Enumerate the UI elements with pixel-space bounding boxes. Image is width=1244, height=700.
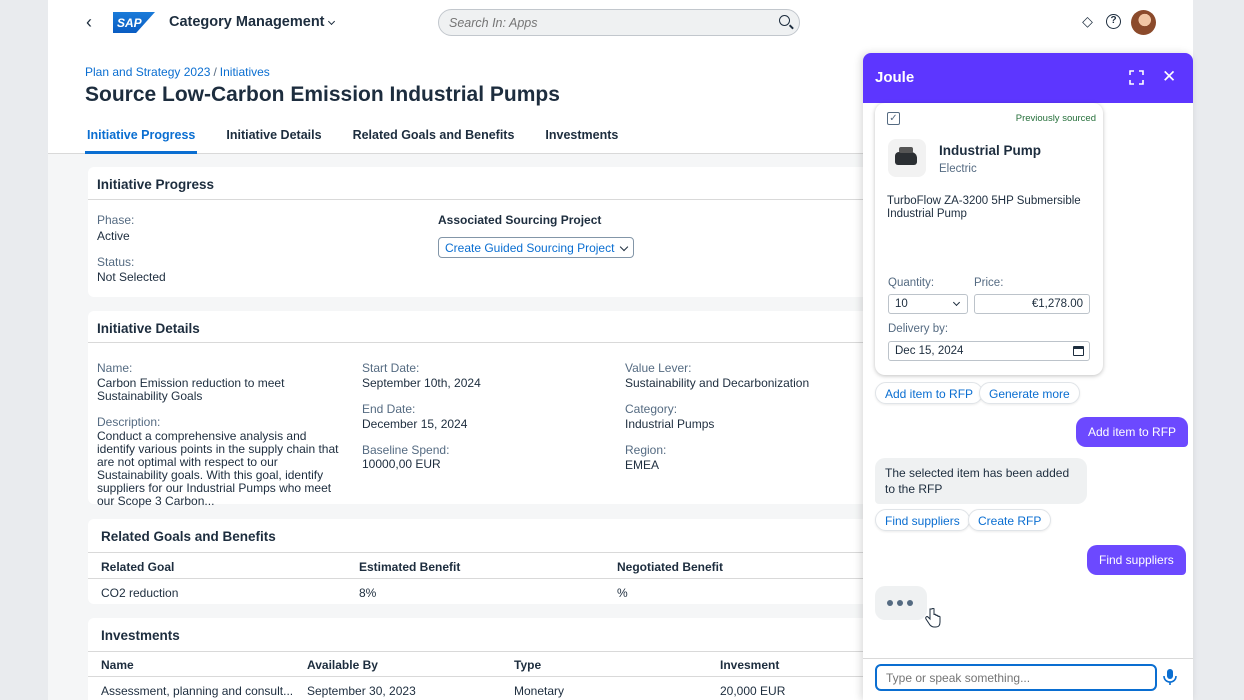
quantity-label: Quantity: (888, 277, 935, 289)
value-lever-value: Sustainability and Decarbonization (625, 376, 810, 390)
joule-message-input[interactable] (875, 664, 1157, 691)
status-value: Not Selected (97, 270, 166, 284)
associated-project-label: Associated Sourcing Project (438, 213, 602, 227)
baseline-spend-value: 10000,00 EUR (362, 457, 441, 471)
user-message: Find suppliers (1087, 545, 1186, 575)
joule-diamond-icon[interactable]: ◇ (1080, 14, 1095, 29)
joule-header: Joule ✕ (863, 53, 1193, 103)
status-label: Status: (97, 255, 135, 269)
column-header-invesment: Invesment (720, 658, 780, 672)
breadcrumb-link-initiatives[interactable]: Initiatives (220, 65, 270, 79)
delivery-label: Delivery by: (888, 323, 949, 335)
close-icon[interactable]: ✕ (1162, 68, 1176, 85)
category-label: Category: (625, 402, 678, 416)
chevron-down-icon (952, 298, 961, 307)
search-field[interactable] (438, 9, 800, 36)
region-label: Region: (625, 443, 667, 457)
section-title: Related Goals and Benefits (101, 529, 276, 544)
search-input[interactable] (439, 10, 759, 35)
chevron-down-icon (620, 242, 629, 252)
section-title: Initiative Details (97, 321, 200, 336)
column-header-estimated-benefit: Estimated Benefit (359, 560, 461, 574)
table-cell: 20,000 EUR (720, 684, 786, 698)
column-header-negotiated-benefit: Negotiated Benefit (617, 560, 724, 574)
page-title: Source Low-Carbon Emission Industrial Pu… (85, 83, 560, 106)
column-header-available-by: Available By (307, 658, 378, 672)
joule-panel: Joule ✕ ✓ Previously sourced Industrial … (863, 53, 1193, 700)
category-value: Industrial Pumps (625, 417, 715, 431)
generate-more-chip[interactable]: Generate more (979, 382, 1080, 404)
phase-value: Active (97, 229, 130, 243)
hand-cursor-icon (925, 608, 941, 628)
create-rfp-chip[interactable]: Create RFP (968, 509, 1052, 531)
baseline-spend-label: Baseline Spend: (362, 443, 450, 457)
back-icon[interactable]: ‹ (86, 12, 92, 33)
avatar[interactable] (1131, 10, 1156, 35)
column-header-related-goal: Related Goal (101, 560, 175, 574)
start-date-value: September 10th, 2024 (362, 376, 481, 390)
value-lever-label: Value Lever: (625, 361, 692, 375)
product-description: TurboFlow ZA-3200 5HP Submersible Indust… (887, 195, 1081, 220)
product-name: Industrial Pump (939, 143, 1042, 158)
shell-bar: ‹ SAP Category Management ◇ ? (48, 0, 1193, 46)
price-label: Price: (974, 277, 1004, 289)
tab-investments[interactable]: Investments (543, 128, 620, 154)
pump-image (888, 139, 926, 177)
end-date-value: December 15, 2024 (362, 417, 468, 431)
delivery-date-picker[interactable]: Dec 15, 2024 (888, 341, 1090, 361)
product-subtitle: Electric (939, 163, 977, 175)
section-title: Initiative Progress (97, 177, 215, 192)
create-sourcing-project-button[interactable]: Create Guided Sourcing Project (438, 237, 635, 258)
chevron-down-icon (327, 17, 335, 26)
start-date-label: Start Date: (362, 361, 420, 375)
assistant-message: The selected item has been added to the … (875, 458, 1087, 504)
name-value: Carbon Emission reduction to meet Sustai… (97, 376, 285, 403)
table-cell: % (617, 586, 628, 600)
microphone-icon[interactable] (1162, 668, 1178, 686)
table-cell: Monetary (514, 684, 565, 698)
table-cell: CO2 reduction (101, 586, 179, 600)
region-value: EMEA (625, 458, 660, 472)
select-checkbox[interactable]: ✓ (887, 112, 900, 125)
name-label: Name: (97, 361, 133, 375)
product-card: ✓ Previously sourced Industrial Pump Ele… (875, 103, 1103, 375)
quantity-select[interactable]: 10 (888, 294, 968, 314)
expand-icon[interactable] (1129, 70, 1144, 85)
app-title-menu[interactable]: Category Management (169, 14, 335, 30)
previously-sourced-badge: Previously sourced (1015, 113, 1096, 124)
user-message: Add item to RFP (1076, 417, 1189, 447)
column-header-type: Type (514, 658, 542, 672)
tab-initiative-progress[interactable]: Initiative Progress (85, 128, 198, 154)
price-field[interactable]: €1,278.00 (974, 294, 1090, 314)
table-cell: 8% (359, 586, 377, 600)
tab-initiative-details[interactable]: Initiative Details (224, 128, 323, 154)
column-header-name: Name (101, 658, 134, 672)
search-icon[interactable] (779, 15, 790, 26)
phase-label: Phase: (97, 213, 135, 227)
section-related-goals: Related Goals and Benefits Related Goal … (88, 519, 868, 604)
breadcrumb-link-plan[interactable]: Plan and Strategy 2023 (85, 65, 210, 79)
description-value: Conduct a comprehensive analysis and ide… (97, 429, 339, 508)
section-initiative-progress: Initiative Progress Phase: Active Status… (88, 167, 868, 297)
sap-logo[interactable]: SAP (113, 12, 155, 33)
section-investments: Investments Name Available By Type Inves… (88, 618, 868, 700)
calendar-icon[interactable] (1073, 346, 1084, 356)
section-title: Investments (101, 628, 180, 643)
joule-title: Joule (875, 69, 915, 86)
end-date-label: End Date: (362, 402, 416, 416)
table-cell: Assessment, planning and consult... (101, 684, 294, 698)
tab-bar: Initiative Progress Initiative Details R… (85, 128, 647, 154)
typing-indicator (875, 586, 927, 620)
table-cell: September 30, 2023 (307, 684, 416, 698)
description-label: Description: (97, 415, 161, 429)
tab-related-goals[interactable]: Related Goals and Benefits (351, 128, 517, 154)
add-item-to-rfp-chip[interactable]: Add item to RFP (875, 382, 984, 404)
help-icon[interactable]: ? (1106, 14, 1121, 29)
section-initiative-details: Initiative Details Name: Carbon Emission… (88, 311, 868, 508)
find-suppliers-chip[interactable]: Find suppliers (875, 509, 970, 531)
breadcrumb: Plan and Strategy 2023/Initiatives (85, 65, 270, 79)
